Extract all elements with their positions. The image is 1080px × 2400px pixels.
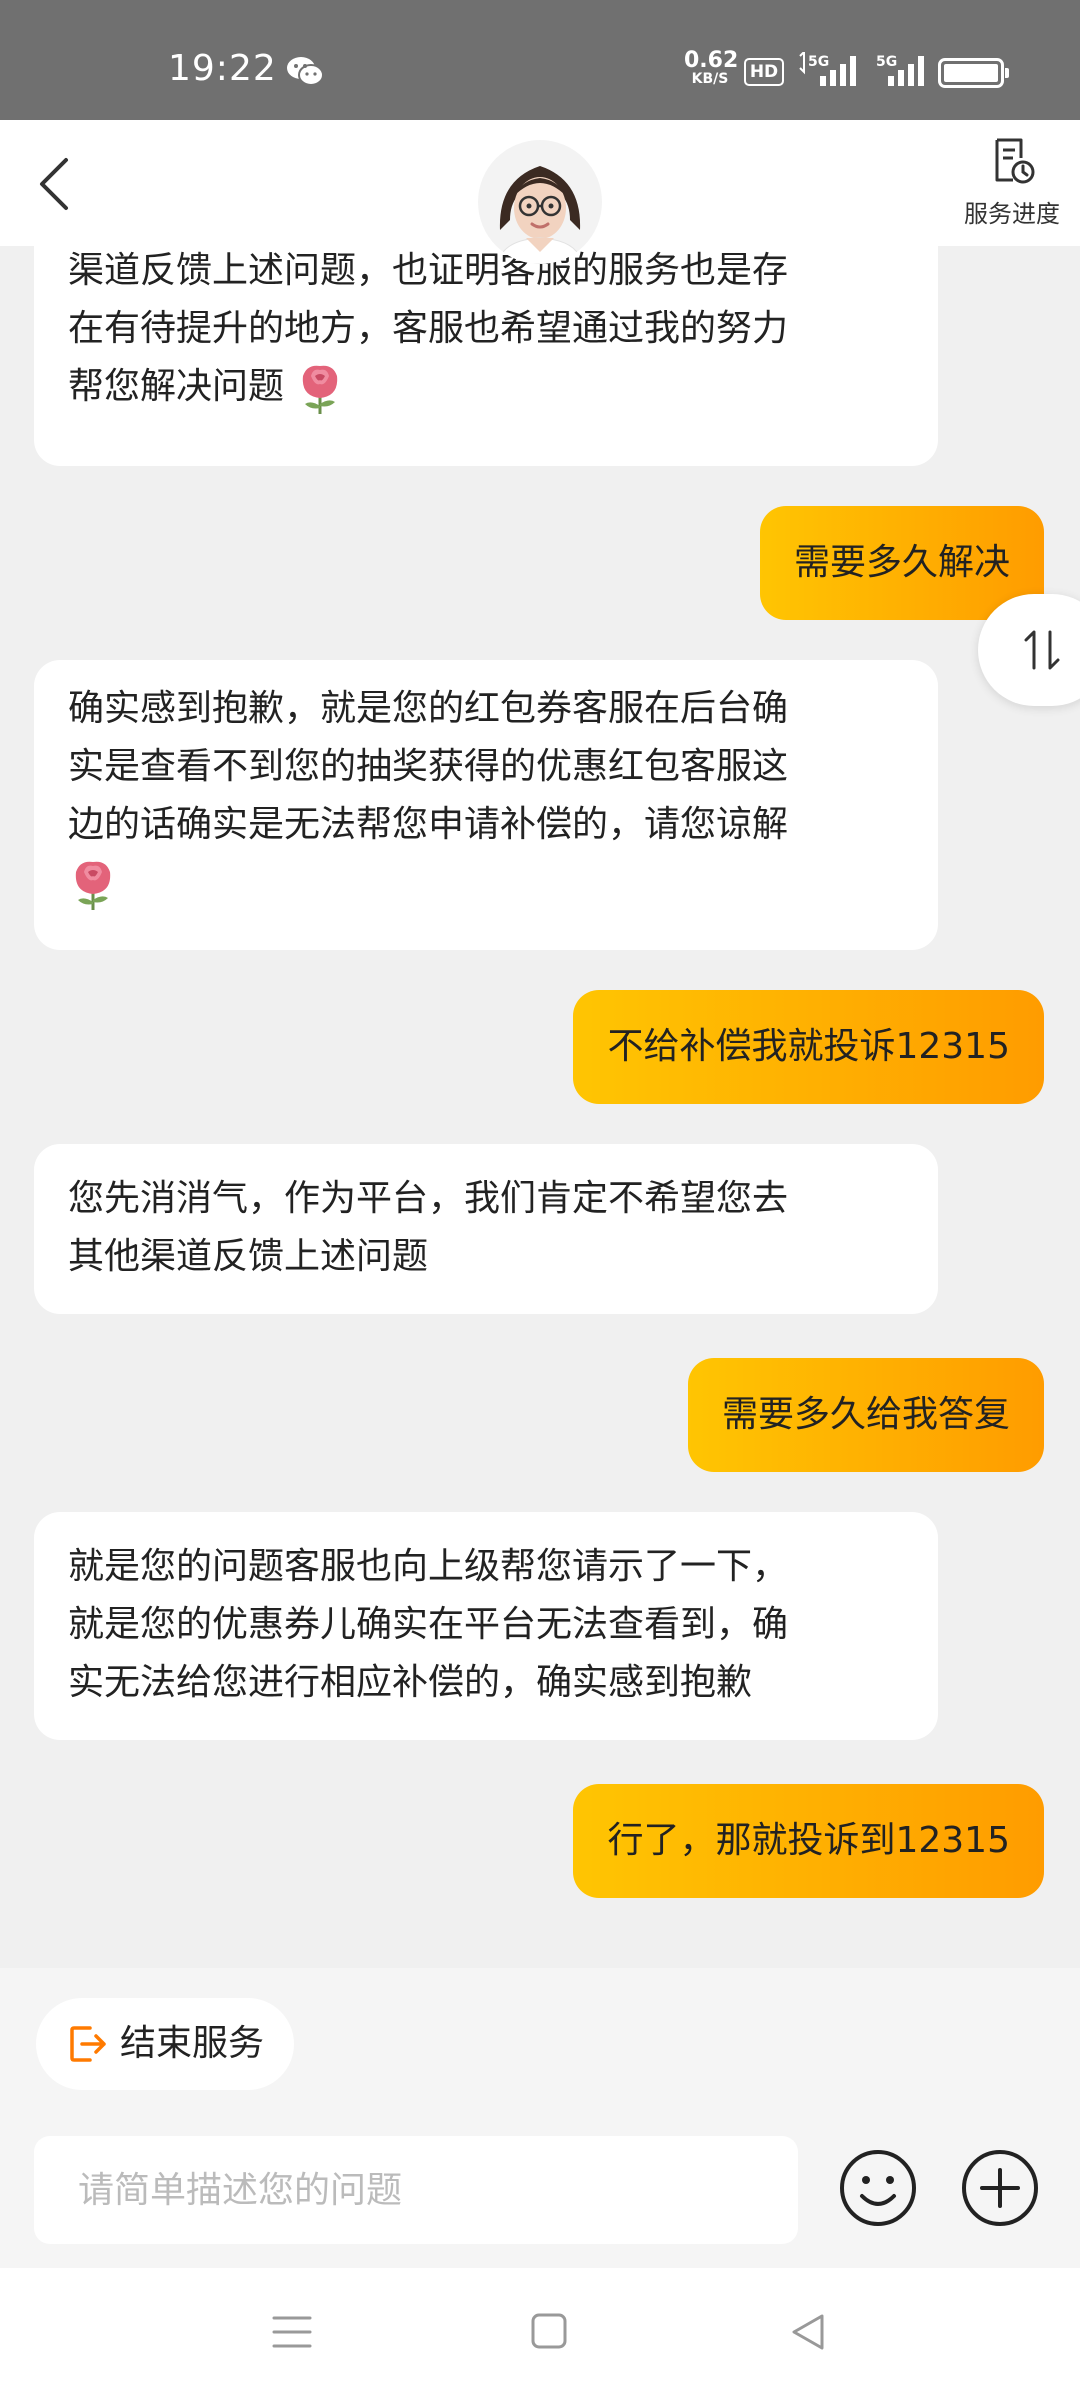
back-icon[interactable] <box>30 154 76 214</box>
rose-emoji-icon <box>303 365 338 414</box>
user-message: 行了，那就投诉到12315 <box>573 1784 1044 1898</box>
hd-badge: HD <box>744 58 784 86</box>
service-progress-button[interactable]: 服务进度 <box>952 136 1072 236</box>
scroll-toggle-button[interactable] <box>978 594 1080 706</box>
wechat-icon <box>287 57 324 86</box>
exit-icon <box>70 2026 106 2062</box>
network-speed: 0.62 KB/S <box>684 48 739 88</box>
emoji-icon[interactable] <box>838 2148 918 2228</box>
end-service-button[interactable]: 结束服务 <box>36 1998 294 2090</box>
system-navigation-bar <box>0 2268 1080 2400</box>
message-input-box[interactable] <box>34 2136 798 2244</box>
chat-area[interactable]: 渠道反馈上述问题，也证明客服的服务也是存 在有待提升的地方，客服也希望通过我的努… <box>0 246 1080 1968</box>
rose-emoji-icon <box>75 861 111 910</box>
status-time: 19:22 <box>168 48 277 89</box>
chat-header: 服务进度 <box>0 120 1080 264</box>
swap-arrows-icon <box>1024 630 1060 670</box>
battery-icon <box>938 58 1009 88</box>
bottom-input-area: 结束服务 <box>0 1968 1080 2268</box>
agent-avatar[interactable] <box>478 140 602 264</box>
signal-icon: 5G <box>799 52 856 86</box>
signal-icon-2: 5G <box>876 54 924 86</box>
agent-message: 就是您的问题客服也向上级帮您请示了一下， 就是您的优惠券儿确实在平台无法查看到，… <box>34 1512 938 1740</box>
user-message: 不给补偿我就投诉12315 <box>573 990 1044 1104</box>
back-nav-icon[interactable] <box>788 2312 826 2352</box>
menu-icon[interactable] <box>270 2312 314 2352</box>
message-input[interactable] <box>34 2136 798 2244</box>
end-service-label: 结束服务 <box>120 2023 265 2064</box>
status-bar: 19:22 0.62 KB/S HD 5G 5G <box>0 0 1080 120</box>
service-progress-label: 服务进度 <box>964 200 1060 228</box>
home-icon[interactable] <box>530 2312 568 2350</box>
user-message: 需要多久给我答复 <box>687 1358 1044 1472</box>
service-progress-icon <box>995 138 1035 184</box>
agent-message: 确实感到抱歉，就是您的红包券客服在后台确 实是查看不到您的抽奖获得的优惠红包客服… <box>34 660 938 950</box>
svg-text:5G: 5G <box>808 54 829 70</box>
plus-icon[interactable] <box>960 2148 1040 2228</box>
agent-message: 您先消消气，作为平台，我们肯定不希望您去 其他渠道反馈上述问题 <box>34 1144 938 1314</box>
agent-message: 渠道反馈上述问题，也证明客服的服务也是存 在有待提升的地方，客服也希望通过我的努… <box>34 246 938 466</box>
svg-text:5G: 5G <box>876 54 897 70</box>
